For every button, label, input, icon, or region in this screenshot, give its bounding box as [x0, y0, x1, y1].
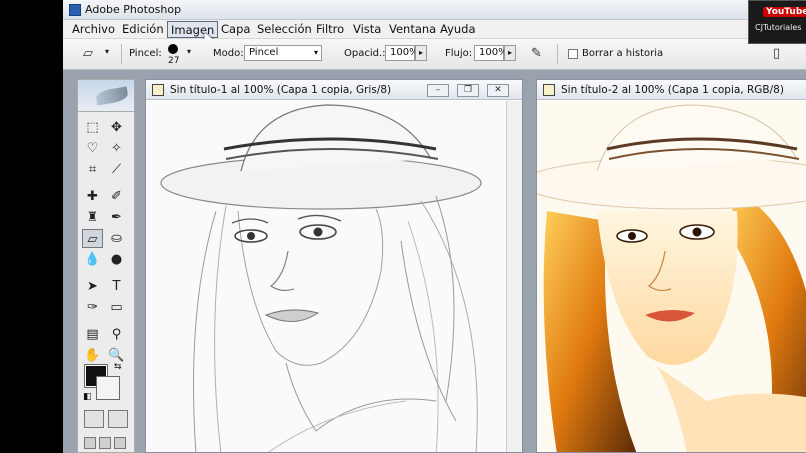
menu-seleccion[interactable]: Selección — [254, 21, 315, 38]
slice-tool-icon[interactable]: ⟋ — [106, 160, 127, 179]
menu-archivo[interactable]: Archivo — [69, 21, 118, 38]
rectangle-tool-icon[interactable]: ▭ — [106, 298, 127, 317]
magic-wand-tool-icon[interactable]: ✧ — [106, 139, 127, 158]
sketch-portrait-image — [146, 101, 522, 452]
document-window-2[interactable]: Sin título-2 al 100% (Capa 1 copia, RGB/… — [536, 79, 806, 453]
minimize-button[interactable]: – — [427, 84, 449, 97]
preset-dropdown-icon[interactable]: ▾ — [101, 45, 113, 61]
default-colors-icon[interactable]: ◧ — [83, 392, 92, 402]
photoshop-screen: Adobe Photoshop Archivo Edición Imagen C… — [63, 0, 806, 453]
standard-mode-button[interactable] — [84, 410, 104, 428]
brush-tool-icon[interactable]: ✐ — [106, 187, 127, 206]
marquee-tool-icon[interactable]: ⬚ — [82, 118, 103, 137]
screen-mode-full-button[interactable] — [114, 437, 126, 449]
clone-stamp-tool-icon[interactable]: ♜ — [82, 208, 103, 227]
paint-bucket-tool-icon[interactable]: ⛀ — [106, 229, 127, 248]
mode-dropdown-icon[interactable]: ▾ — [310, 46, 322, 62]
flow-field[interactable]: 100% — [474, 45, 508, 61]
erase-to-history-label: Borrar a historia — [582, 48, 664, 59]
opacity-field[interactable]: 100% — [385, 45, 419, 61]
airbrush-icon[interactable]: ✎ — [531, 46, 542, 61]
eyedropper-tool-icon[interactable]: ⚲ — [106, 325, 127, 344]
menu-capa[interactable]: Capa — [218, 21, 253, 38]
tools-panel: ⬚ ✥ ♡ ✧ ⌗ ⟋ ✚ ✐ ♜ ✒ ▱ ⛀ 💧 ● ➤ T ✑ ▭ ▤ ⚲ … — [77, 79, 135, 453]
menu-vista[interactable]: Vista — [350, 21, 384, 38]
type-tool-icon[interactable]: T — [106, 277, 127, 296]
flow-label: Flujo: — [445, 48, 473, 59]
document-1-scrollbar[interactable] — [506, 101, 522, 452]
screen-mode-full-menu-button[interactable] — [99, 437, 111, 449]
history-brush-tool-icon[interactable]: ✒ — [106, 208, 127, 227]
opacity-label: Opacid.: — [344, 48, 386, 59]
separator — [121, 44, 122, 64]
document-icon — [543, 84, 555, 96]
options-bar: ▱ ▾ Pincel: 27 ▾ Modo: Pincel ▾ Opacid.:… — [63, 39, 806, 70]
document-2-canvas[interactable] — [537, 101, 806, 452]
healing-brush-tool-icon[interactable]: ✚ — [82, 187, 103, 206]
flow-slider-button[interactable]: ▸ — [504, 45, 516, 61]
tools-panel-header — [78, 80, 134, 112]
separator — [557, 44, 558, 64]
menu-filtro[interactable]: Filtro — [313, 21, 347, 38]
menu-edicion[interactable]: Edición — [119, 21, 167, 38]
swap-colors-icon[interactable]: ⇆ — [114, 362, 122, 372]
document-window-1[interactable]: Sin título-1 al 100% (Capa 1 copia, Gris… — [145, 79, 523, 453]
background-color-swatch[interactable] — [96, 376, 120, 400]
mode-label: Modo: — [213, 48, 244, 59]
restore-button[interactable]: ❐ — [457, 84, 479, 97]
move-tool-icon[interactable]: ✥ — [106, 118, 127, 137]
quick-mask-button[interactable] — [108, 410, 128, 428]
brush-dropdown-icon[interactable]: ▾ — [183, 45, 195, 61]
path-selection-tool-icon[interactable]: ➤ — [82, 277, 103, 296]
photoshop-feather-logo — [95, 86, 129, 106]
menu-ayuda[interactable]: Ayuda — [437, 21, 479, 38]
pen-tool-icon[interactable]: ✑ — [82, 298, 103, 317]
palette-well-icon[interactable]: ▯ — [773, 46, 780, 61]
blur-tool-icon[interactable]: 💧 — [82, 250, 103, 269]
notes-tool-icon[interactable]: ▤ — [82, 325, 103, 344]
opacity-slider-button[interactable]: ▸ — [415, 45, 427, 61]
document-1-title: Sin título-1 al 100% (Capa 1 copia, Gris… — [170, 84, 392, 96]
hand-tool-icon[interactable]: ✋ — [82, 346, 103, 365]
document-1-title-bar[interactable]: Sin título-1 al 100% (Capa 1 copia, Gris… — [146, 80, 522, 100]
screen-mode-standard-button[interactable] — [84, 437, 96, 449]
crop-tool-icon[interactable]: ⌗ — [82, 160, 103, 179]
lasso-tool-icon[interactable]: ♡ — [82, 139, 103, 158]
watermark-channel-text: CJTutoriales — [755, 23, 802, 32]
photoshop-app-icon — [69, 4, 81, 16]
document-2-title: Sin título-2 al 100% (Capa 1 copia, RGB/… — [561, 84, 784, 96]
app-title: Adobe Photoshop — [85, 3, 182, 16]
eraser-tool-icon[interactable]: ▱ — [82, 229, 103, 248]
menu-bar: Archivo Edición Imagen Capa Selección Fi… — [63, 20, 806, 46]
erase-to-history-checkbox[interactable] — [568, 49, 578, 59]
document-1-canvas[interactable] — [146, 101, 522, 452]
menu-ventana[interactable]: Ventana — [386, 21, 439, 38]
close-button[interactable]: ✕ — [487, 84, 509, 97]
brush-size: 27 — [168, 56, 180, 66]
document-2-title-bar[interactable]: Sin título-2 al 100% (Capa 1 copia, RGB/… — [537, 80, 806, 100]
brush-preview-icon[interactable] — [168, 44, 178, 54]
app-title-bar: Adobe Photoshop — [63, 0, 806, 20]
brush-label: Pincel: — [129, 48, 162, 59]
document-icon — [152, 84, 164, 96]
color-portrait-image — [537, 101, 806, 452]
dodge-tool-icon[interactable]: ● — [106, 250, 127, 269]
youtube-watermark: YouTube CJTutoriales — [748, 0, 806, 44]
eraser-tool-preset-icon[interactable]: ▱ — [83, 46, 93, 61]
youtube-logo: YouTube — [763, 7, 806, 17]
